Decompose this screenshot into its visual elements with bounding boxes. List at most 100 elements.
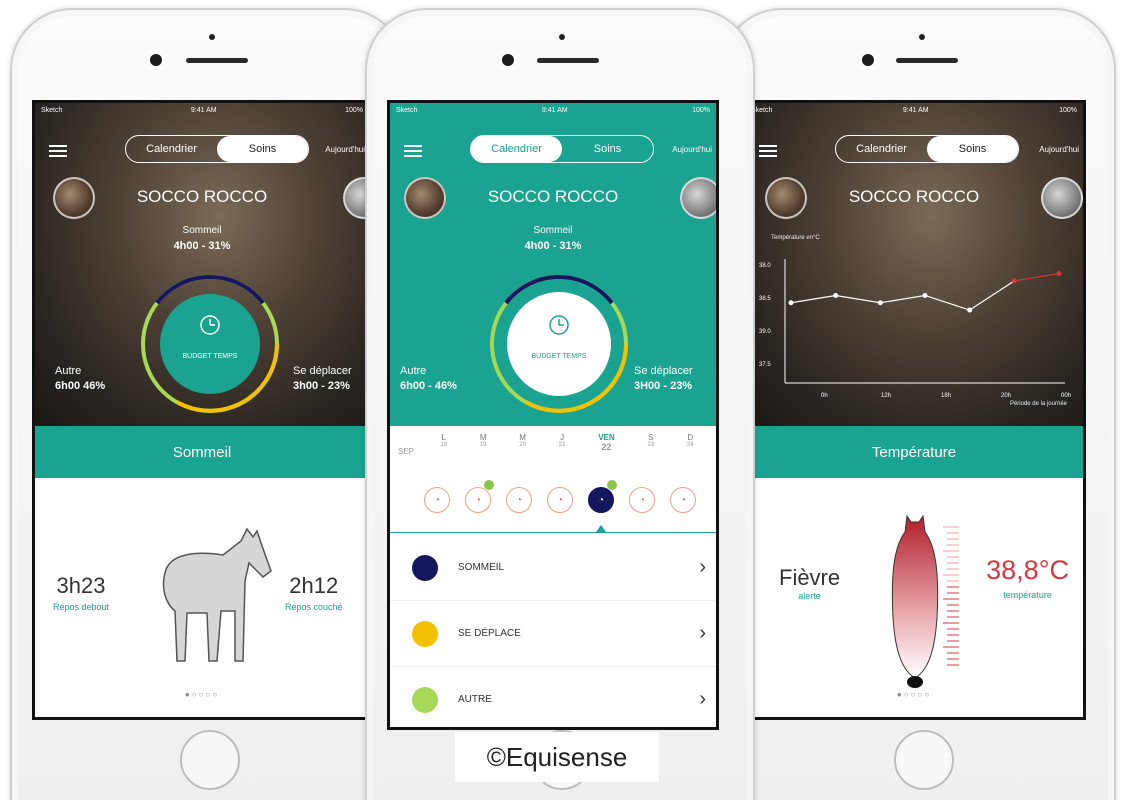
battery: 100% <box>692 107 710 114</box>
series-line-segment <box>924 294 970 311</box>
tab-calendrier[interactable]: Calendrier <box>126 136 217 162</box>
activity-icon-0[interactable]: ◔ <box>424 487 450 513</box>
sleep-stat: Sommeil 4h00 - 31% <box>35 225 369 252</box>
tab-calendrier[interactable]: Calendrier <box>471 136 562 162</box>
activity-icon-4-selected[interactable]: ◔ <box>588 480 617 513</box>
series-line-segment <box>880 294 926 304</box>
speaker <box>186 58 248 63</box>
budget-ring <box>141 274 279 413</box>
temperature-value: 38,8°C <box>986 555 1069 585</box>
standing-value: 3h23 <box>56 573 106 598</box>
status-metric: Fièvre alerte <box>779 565 840 601</box>
tab-soins[interactable]: Soins <box>927 136 1018 162</box>
day-4-selected[interactable]: VEN 22 <box>598 433 614 479</box>
other-label: Autre <box>55 365 82 377</box>
clock: 9:41 AM <box>190 107 217 114</box>
sleep-label: Sommeil <box>182 225 222 236</box>
activity-icon-3[interactable]: ◔ <box>547 487 573 513</box>
move-value: 3h00 - 23% <box>293 380 350 392</box>
list-item-se-deplace[interactable]: SE DÉPLACE › <box>390 601 716 667</box>
list-item-label: AUTRE <box>458 694 492 705</box>
speaker <box>896 58 958 63</box>
data-point <box>1056 271 1062 277</box>
horse-name: SOCCO ROCCO <box>487 187 619 206</box>
series-line-segment <box>835 294 881 304</box>
horse-topview-illustration <box>891 514 939 688</box>
series-line-segment <box>969 280 1015 311</box>
thermometer-scale <box>943 526 959 666</box>
status-label: alerte <box>798 591 821 601</box>
activity-icon-2[interactable]: ◔ <box>506 487 532 513</box>
move-icon <box>412 620 438 647</box>
y-tick-label: 39.0 <box>759 329 771 335</box>
x-tick-label: 20h <box>1001 393 1011 399</box>
camera <box>150 54 162 66</box>
ring-center[interactable] <box>160 294 260 394</box>
today-link[interactable]: Aujourd'hui <box>325 145 365 154</box>
standing-metric: 3h23 Repos debout <box>53 573 109 612</box>
camera <box>502 54 514 66</box>
week-strip: L 18 M 19 M 20 J 21 VEN 22 S 23 D 24 <box>418 433 716 479</box>
today-link[interactable]: Aujourd'hui <box>1039 145 1079 154</box>
menu-icon[interactable] <box>404 145 422 157</box>
tab-soins[interactable]: Soins <box>562 136 653 162</box>
segmented-control: Calendrier Soins <box>835 135 1019 163</box>
other-stat: Autre 6h00 - 46% <box>400 365 457 392</box>
list-item-label: SOMMEIL <box>458 562 505 573</box>
day-2[interactable]: M 20 <box>519 433 526 479</box>
ring-center[interactable] <box>507 292 611 396</box>
day-5[interactable]: S 23 <box>647 433 654 479</box>
budget-label: BUDGET TEMPS <box>182 353 238 360</box>
segmented-control: Calendrier Soins <box>470 135 654 163</box>
screen: Sketch 9:41 AM 100% Calendrier Soins Auj… <box>387 100 719 730</box>
series-line-segment <box>790 294 836 304</box>
sleep-stat: Sommeil 4h00 - 31% <box>390 225 716 252</box>
status-bar: Sketch 9:41 AM 100% <box>751 107 1077 119</box>
lying-label: Repos couché <box>285 602 343 612</box>
carrier: Sketch <box>396 107 418 114</box>
day-6[interactable]: D 24 <box>687 433 694 479</box>
standing-label: Repos debout <box>53 602 110 612</box>
selection-caret-icon <box>596 525 606 532</box>
activity-icon-1[interactable]: ◔ <box>465 480 494 513</box>
page-indicator[interactable]: ●○○○○ <box>745 690 1083 699</box>
home-button[interactable] <box>180 730 240 790</box>
day-activity-icons: ◔ ◔ ◔ ◔ ◔ ◔ ◔ <box>424 480 696 513</box>
hero: Sketch 9:41 AM 100% Calendrier Soins Auj… <box>745 103 1083 426</box>
list-item-autre[interactable]: AUTRE › <box>390 667 716 727</box>
list-item-label: SE DÉPLACE <box>458 628 521 639</box>
menu-icon[interactable] <box>49 145 67 157</box>
activity-icon-6[interactable]: ◔ <box>670 487 696 513</box>
home-button[interactable] <box>894 730 954 790</box>
sensor <box>209 34 215 40</box>
today-link[interactable]: Aujourd'hui <box>672 145 712 154</box>
section-title: Sommeil <box>35 426 369 478</box>
tab-calendrier[interactable]: Calendrier <box>836 136 927 162</box>
temperature-metric: 38,8°C température <box>986 555 1069 600</box>
lying-value: 2h12 <box>289 573 339 598</box>
chart-title: Température en°C <box>771 235 820 241</box>
other-value: 6h00 - 46% <box>400 380 457 392</box>
day-3[interactable]: J 21 <box>559 433 566 479</box>
tab-soins[interactable]: Soins <box>217 136 308 162</box>
lying-metric: 2h12 Repos couché <box>285 573 343 612</box>
activity-icon-5[interactable]: ◔ <box>629 487 655 513</box>
clock: 9:41 AM <box>541 107 568 114</box>
y-tick-label: 38.0 <box>759 263 771 269</box>
camera <box>862 54 874 66</box>
day-1[interactable]: M 19 <box>480 433 487 479</box>
move-value: 3H00 - 23% <box>634 380 693 392</box>
menu-icon[interactable] <box>759 145 777 157</box>
data-point <box>1011 278 1017 284</box>
horse-illustration <box>162 527 272 662</box>
data-point <box>833 292 839 298</box>
sensor <box>919 34 925 40</box>
y-tick-label: 37.5 <box>759 362 771 368</box>
day-0[interactable]: L 18 <box>440 433 447 479</box>
x-tick-label: 18h <box>941 393 951 399</box>
list-item-sommeil[interactable]: SOMMEIL › <box>390 535 716 601</box>
clock: 9:41 AM <box>902 107 929 114</box>
page-indicator[interactable]: ●○○○○ <box>35 690 369 699</box>
sleep-value: 4h00 - 31% <box>173 240 231 252</box>
hero: Sketch 9:41 AM 100% Calendrier Soins Auj… <box>390 103 716 426</box>
